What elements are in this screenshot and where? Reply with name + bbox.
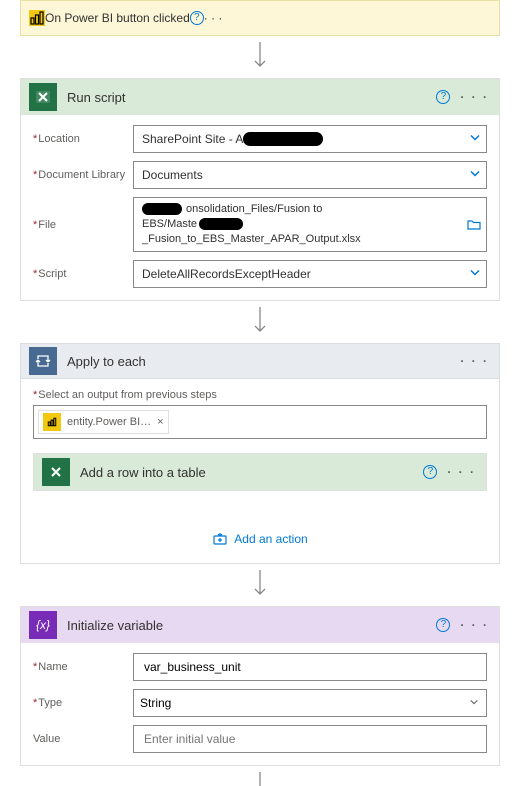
select-output-input[interactable]: entity.Power BI… × [33,405,487,439]
power-bi-icon [43,413,61,431]
folder-icon[interactable] [467,219,481,231]
run-script-card: Run script ? · · · Location SharePoint S… [20,78,500,301]
redacted [142,203,182,215]
run-script-title: Run script [67,90,434,105]
select-output-label: Select an output from previous steps [33,389,487,401]
help-icon[interactable]: ? [421,463,439,481]
redacted [243,132,323,146]
var-name-label: Name [33,661,133,673]
chevron-down-icon [469,267,481,282]
loop-icon [29,347,57,375]
var-type-label: Type [33,697,133,709]
help-icon[interactable]: ? [190,11,204,25]
help-icon[interactable]: ? [434,616,452,634]
chevron-down-icon [469,168,481,183]
document-library-dropdown[interactable]: Documents [133,161,487,189]
trigger-card[interactable]: On Power BI button clicked ? · · · [20,0,500,36]
run-script-menu-button[interactable]: · · · [458,90,491,104]
document-library-label: Document Library [33,169,133,181]
variable-icon: {x} [29,611,57,639]
chevron-down-icon [469,132,481,147]
flow-arrow [20,766,500,786]
redacted [199,218,243,230]
location-dropdown[interactable]: SharePoint Site - A [133,125,487,153]
power-bi-icon [29,10,45,26]
add-row-title: Add a row into a table [80,465,421,480]
help-icon[interactable]: ? [434,88,452,106]
apply-to-each-menu-button[interactable]: · · · [458,354,491,368]
trigger-title: On Power BI button clicked [45,11,190,25]
add-row-card: Add a row into a table ? · · · [33,453,487,491]
trigger-menu-button[interactable]: · · · [204,11,223,25]
file-picker[interactable]: onsolidation_Files/Fusion to EBS/Maste_F… [133,197,487,252]
flow-arrow [20,36,500,78]
var-value-label: Value [33,733,133,745]
location-label: Location [33,133,133,145]
dynamic-content-token[interactable]: entity.Power BI… × [38,410,169,434]
token-remove-button[interactable]: × [157,416,163,428]
excel-icon [42,458,70,486]
var-name-input[interactable] [133,653,487,681]
var-type-dropdown[interactable]: String [133,689,487,717]
apply-to-each-header[interactable]: Apply to each · · · [20,343,500,379]
initialize-variable-header[interactable]: {x} Initialize variable ? · · · [21,607,499,643]
script-label: Script [33,268,133,280]
add-row-header[interactable]: Add a row into a table ? · · · [34,454,486,490]
run-script-header[interactable]: Run script ? · · · [21,79,499,115]
flow-arrow [20,301,500,343]
flow-arrow [20,564,500,606]
apply-to-each-card: Apply to each · · · Select an output fro… [20,343,500,564]
token-label: entity.Power BI… [67,416,151,428]
add-action-button[interactable]: Add an action [33,531,487,547]
initialize-variable-title: Initialize variable [67,618,434,633]
var-value-input[interactable] [133,725,487,753]
initialize-variable-card: {x} Initialize variable ? · · · Name Typ… [20,606,500,766]
initialize-variable-menu-button[interactable]: · · · [458,618,491,632]
script-dropdown[interactable]: DeleteAllRecordsExceptHeader [133,260,487,288]
file-label: File [33,219,133,231]
add-row-menu-button[interactable]: · · · [445,465,478,479]
svg-text:{x}: {x} [36,618,50,632]
excel-icon [29,83,57,111]
apply-to-each-title: Apply to each [67,354,458,369]
